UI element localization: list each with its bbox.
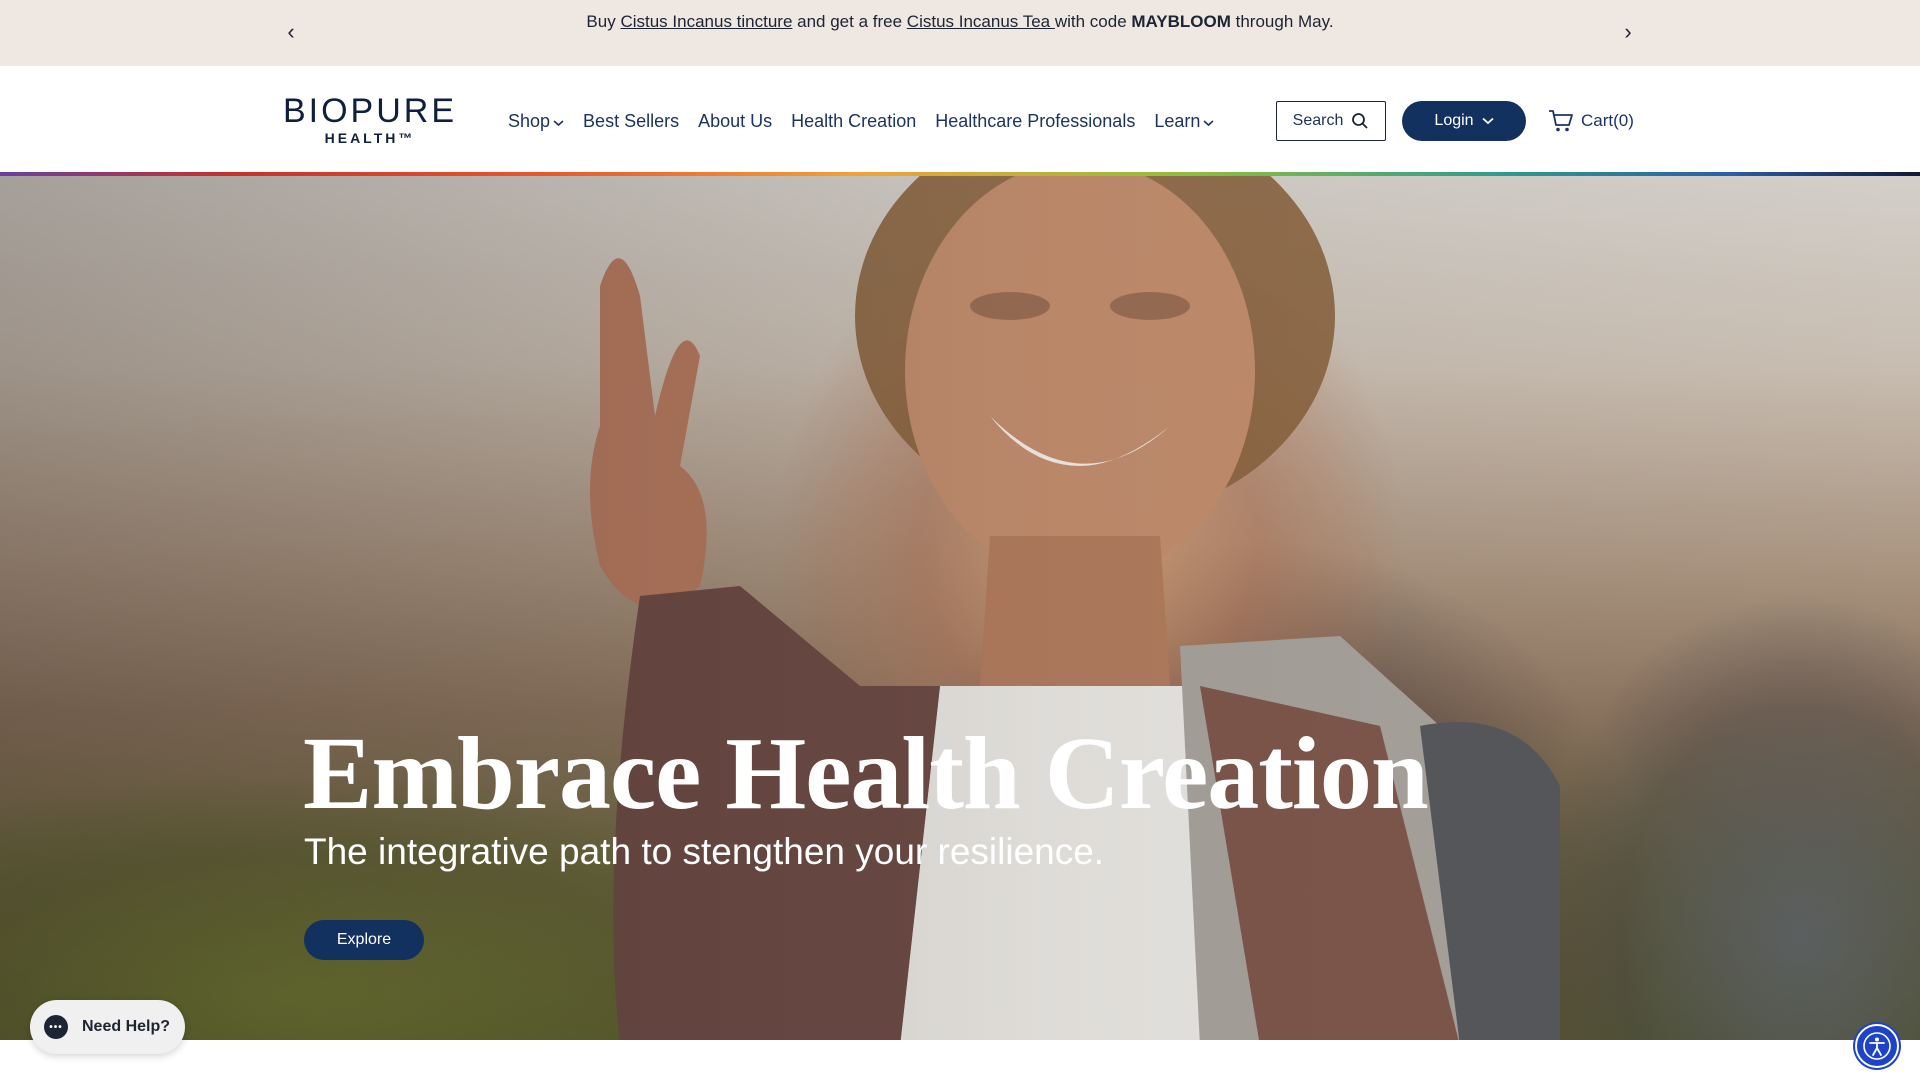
nav-item-best-sellers[interactable]: Best Sellers (583, 108, 679, 134)
site-logo[interactable]: BIOPURE HEALTH™ (282, 92, 458, 146)
need-help-label: Need Help? (82, 1018, 171, 1035)
search-icon (1352, 113, 1368, 129)
logo-wordmark: BIOPURE (282, 92, 458, 130)
chat-bubble-icon: ••• (44, 1015, 68, 1039)
nav-item-label: Shop (508, 110, 551, 131)
nav-item-label: Healthcare Professionals (935, 110, 1136, 131)
accessibility-icon (1863, 1032, 1891, 1060)
hero-overlay (0, 176, 1920, 1040)
nav-item-shop[interactable]: Shop (508, 108, 564, 134)
need-help-chat-button[interactable]: ••• Need Help? (30, 1000, 185, 1054)
login-button[interactable]: Login (1402, 101, 1526, 141)
cart-label: Cart(0) (1581, 111, 1634, 130)
site-header: BIOPURE HEALTH™ Shop Best Sellers About … (0, 66, 1920, 172)
nav-item-healthcare-professionals[interactable]: Healthcare Professionals (935, 108, 1135, 134)
nav-item-label: Health Creation (791, 110, 917, 131)
chevron-down-icon (1203, 120, 1214, 127)
logo-subtitle: HEALTH™ (324, 130, 416, 146)
accessibility-button[interactable] (1855, 1024, 1899, 1068)
search-button[interactable]: Search (1276, 101, 1386, 141)
nav-item-learn[interactable]: Learn (1154, 108, 1214, 134)
announcement-bar: ‹ Buy Cistus Incanus tincture and get a … (0, 0, 1920, 66)
cart-link[interactable]: Cart(0) (1548, 106, 1634, 136)
announcement-text-mid: and get a free (792, 12, 907, 31)
login-button-label: Login (1434, 112, 1474, 129)
nav-item-label: About Us (698, 110, 773, 131)
cart-icon (1549, 110, 1573, 132)
nav-item-about-us[interactable]: About Us (698, 108, 772, 134)
nav-item-label: Learn (1154, 110, 1201, 131)
announcement-link-tincture[interactable]: Cistus Incanus tincture (620, 12, 792, 31)
announcement-link-tea[interactable]: Cistus Incanus Tea (907, 12, 1055, 31)
announcement-promo-code: MAYBLOOM (1131, 12, 1231, 31)
hero-title: Embrace Health Creation (303, 716, 1429, 831)
announcement-text-after: through May. (1230, 12, 1334, 31)
hero-subtitle: The integrative path to stengthen your r… (304, 831, 1105, 872)
announcement-text-code-intro: with code (1054, 12, 1132, 31)
chevron-down-icon (553, 120, 564, 127)
nav-item-label: Best Sellers (583, 110, 680, 131)
hero-banner: Embrace Health Creation The integrative … (0, 176, 1920, 1040)
chevron-down-icon (1481, 117, 1494, 125)
announcement-text-before: Buy (586, 12, 621, 31)
explore-button[interactable]: Explore (304, 920, 424, 960)
nav-item-health-creation[interactable]: Health Creation (791, 108, 916, 134)
main-nav: Shop Best Sellers About Us Health Creati… (508, 108, 1233, 134)
search-button-label: Search (1292, 112, 1344, 129)
announcement-next-button[interactable]: › (1616, 18, 1640, 46)
